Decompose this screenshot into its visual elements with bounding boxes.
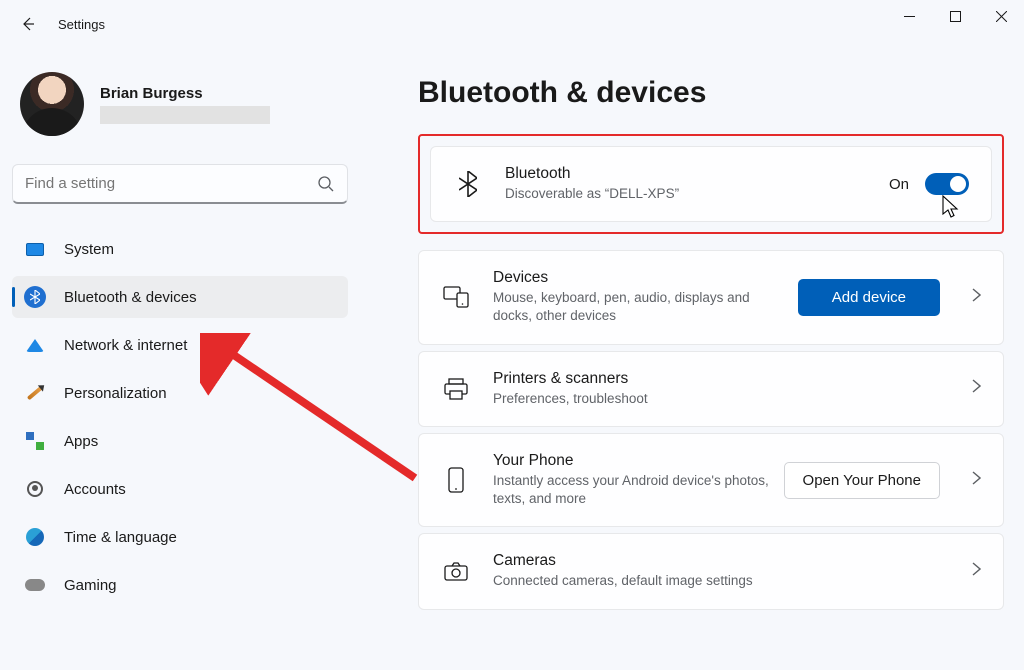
search-box[interactable] xyxy=(12,164,348,204)
sidebar-item-accounts[interactable]: Accounts xyxy=(12,468,348,510)
printers-card-subtitle: Preferences, troubleshoot xyxy=(493,390,773,408)
chevron-right-icon xyxy=(972,562,981,581)
phone-card-subtitle: Instantly access your Android device's p… xyxy=(493,472,773,508)
annotation-highlight: Bluetooth Discoverable as “DELL-XPS” On xyxy=(418,134,1004,234)
accounts-icon xyxy=(24,478,46,500)
avatar xyxy=(20,72,84,136)
chevron-right-icon xyxy=(972,288,981,307)
sidebar-item-label: Accounts xyxy=(64,481,126,498)
profile-email-redacted xyxy=(100,106,270,124)
cameras-card[interactable]: Cameras Connected cameras, default image… xyxy=(418,533,1004,609)
chevron-right-icon xyxy=(972,379,981,398)
sidebar: Brian Burgess System Bluetooth & devices… xyxy=(0,48,360,670)
bluetooth-icon xyxy=(24,286,46,308)
maximize-icon xyxy=(950,11,961,22)
sidebar-item-label: System xyxy=(64,241,114,258)
camera-icon xyxy=(441,556,471,586)
sidebar-item-system[interactable]: System xyxy=(12,228,348,270)
minimize-icon xyxy=(904,11,915,22)
sidebar-item-network[interactable]: Network & internet xyxy=(12,324,348,366)
phone-icon xyxy=(441,465,471,495)
cameras-card-subtitle: Connected cameras, default image setting… xyxy=(493,572,773,590)
maximize-button[interactable] xyxy=(932,0,978,32)
arrow-left-icon xyxy=(20,16,36,32)
sidebar-item-label: Personalization xyxy=(64,385,167,402)
page-title: Bluetooth & devices xyxy=(418,76,1004,110)
profile-name: Brian Burgess xyxy=(100,85,270,102)
phone-card-title: Your Phone xyxy=(493,452,784,470)
window-controls xyxy=(886,0,1024,40)
wifi-icon xyxy=(24,334,46,356)
printers-card[interactable]: Printers & scanners Preferences, trouble… xyxy=(418,351,1004,427)
sidebar-item-gaming[interactable]: Gaming xyxy=(12,564,348,606)
sidebar-item-time[interactable]: Time & language xyxy=(12,516,348,558)
back-button[interactable] xyxy=(8,4,48,44)
sidebar-item-personalization[interactable]: Personalization xyxy=(12,372,348,414)
sidebar-item-label: Apps xyxy=(64,433,98,450)
profile-block[interactable]: Brian Burgess xyxy=(12,72,348,136)
titlebar: Settings xyxy=(0,0,1024,48)
sidebar-item-bluetooth[interactable]: Bluetooth & devices xyxy=(12,276,348,318)
open-your-phone-button[interactable]: Open Your Phone xyxy=(784,462,940,499)
devices-card-title: Devices xyxy=(493,269,798,287)
close-button[interactable] xyxy=(978,0,1024,32)
globe-clock-icon xyxy=(24,526,46,548)
sidebar-item-label: Gaming xyxy=(64,577,117,594)
search-icon xyxy=(317,175,335,193)
add-device-button[interactable]: Add device xyxy=(798,279,940,316)
chevron-right-icon xyxy=(972,471,981,490)
bluetooth-glyph-icon xyxy=(453,169,483,199)
bluetooth-toggle-label: On xyxy=(889,176,909,193)
bluetooth-card-subtitle: Discoverable as “DELL-XPS” xyxy=(505,185,785,203)
devices-card[interactable]: Devices Mouse, keyboard, pen, audio, dis… xyxy=(418,250,1004,344)
sidebar-item-label: Time & language xyxy=(64,529,177,546)
printers-card-title: Printers & scanners xyxy=(493,370,956,388)
sidebar-item-apps[interactable]: Apps xyxy=(12,420,348,462)
bluetooth-card: Bluetooth Discoverable as “DELL-XPS” On xyxy=(430,146,992,222)
sidebar-item-label: Bluetooth & devices xyxy=(64,289,197,306)
bluetooth-card-title: Bluetooth xyxy=(505,165,889,183)
search-input[interactable] xyxy=(25,175,317,192)
printer-icon xyxy=(441,374,471,404)
system-icon xyxy=(24,238,46,260)
brush-icon xyxy=(24,382,46,404)
your-phone-card[interactable]: Your Phone Instantly access your Android… xyxy=(418,433,1004,527)
apps-icon xyxy=(24,430,46,452)
devices-icon xyxy=(441,282,471,312)
sidebar-item-label: Network & internet xyxy=(64,337,187,354)
cameras-card-title: Cameras xyxy=(493,552,956,570)
devices-card-subtitle: Mouse, keyboard, pen, audio, displays an… xyxy=(493,289,773,325)
close-icon xyxy=(996,11,1007,22)
minimize-button[interactable] xyxy=(886,0,932,32)
gamepad-icon xyxy=(24,574,46,596)
window-title: Settings xyxy=(58,17,105,32)
main-content: Bluetooth & devices Bluetooth Discoverab… xyxy=(360,48,1024,670)
bluetooth-toggle[interactable] xyxy=(925,173,969,195)
